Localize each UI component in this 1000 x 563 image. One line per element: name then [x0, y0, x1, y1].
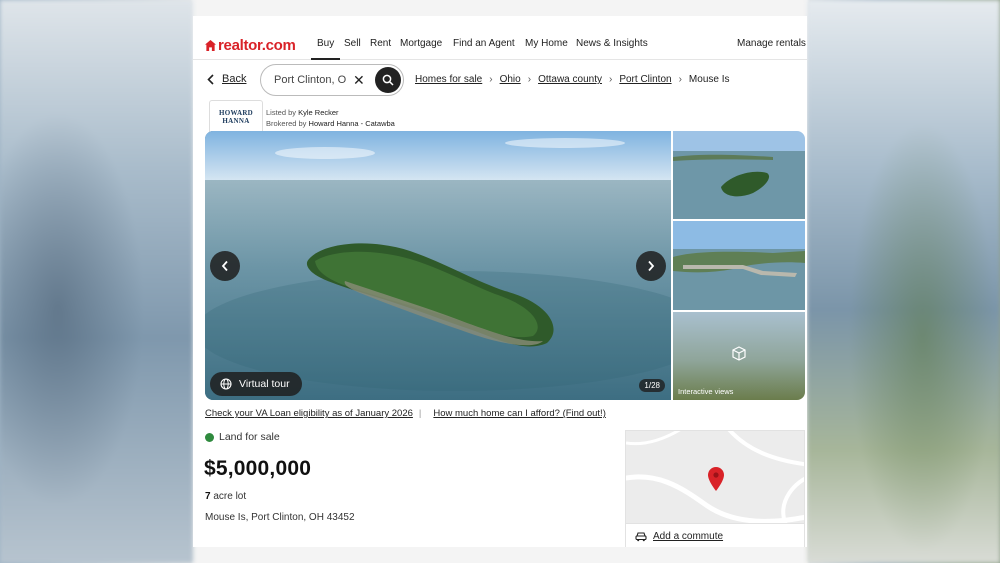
shoreline-thumbnail: [673, 221, 805, 310]
broker-logo: HOWARD HANNA: [209, 100, 263, 134]
nav-mortgage[interactable]: Mortgage: [400, 38, 442, 49]
car-icon: [635, 532, 647, 542]
breadcrumb-homes-for-sale[interactable]: Homes for sale: [415, 74, 482, 85]
manage-rentals-link[interactable]: Manage rentals: [737, 38, 806, 49]
add-commute-button[interactable]: Add a commute: [625, 524, 805, 547]
va-loan-link[interactable]: Check your VA Loan eligibility as of Jan…: [205, 408, 413, 419]
breadcrumb-current: Mouse Is: [688, 74, 730, 85]
clear-search-icon[interactable]: ✕: [353, 73, 365, 87]
lot-size-value: 7: [205, 491, 211, 502]
interactive-views-label: Interactive views: [678, 387, 734, 396]
previous-photo-button[interactable]: [210, 251, 240, 281]
thumbnail-photo-1[interactable]: [673, 131, 805, 219]
main-photo[interactable]: Virtual tour 1/28: [205, 131, 671, 400]
back-label: Back: [222, 73, 247, 85]
background-blur-left: [0, 0, 193, 563]
chevron-right-icon: ›: [608, 74, 613, 85]
brokered-by-prefix: Brokered by: [266, 119, 307, 128]
virtual-tour-label: Virtual tour: [239, 378, 290, 390]
listing-address: Mouse Is, Port Clinton, OH 43452: [205, 512, 355, 523]
back-button[interactable]: Back: [207, 73, 246, 85]
listing-status: Land for sale: [205, 431, 280, 443]
interactive-views-tile[interactable]: Interactive views: [673, 312, 805, 400]
breadcrumb-port-clinton[interactable]: Port Clinton: [619, 74, 671, 85]
virtual-tour-button[interactable]: Virtual tour: [210, 372, 302, 396]
photo-counter: 1/28: [639, 379, 665, 392]
chevron-left-icon: [207, 73, 214, 85]
nav-rent[interactable]: Rent: [370, 38, 391, 49]
broker-logo-line2: HANNA: [222, 117, 250, 125]
listed-by-prefix: Listed by: [266, 108, 297, 117]
nav-buy[interactable]: Buy: [310, 38, 341, 60]
broker-logo-line1: HOWARD: [218, 109, 254, 117]
house-logo-icon: [205, 40, 216, 51]
nav-sell[interactable]: Sell: [344, 38, 361, 49]
promo-links: Check your VA Loan eligibility as of Jan…: [205, 408, 606, 419]
listing-agent: Kyle Recker: [298, 108, 339, 117]
link-divider: |: [418, 408, 422, 419]
chevron-right-icon: ›: [489, 74, 493, 85]
lot-size-unit: acre lot: [213, 491, 247, 502]
listing-page: realtor.com Buy Sell Rent Mortgage Find …: [193, 16, 807, 547]
next-photo-button[interactable]: [636, 251, 666, 281]
brokerage: Howard Hanna - Catawba: [308, 119, 395, 128]
nav-my-home[interactable]: My Home: [525, 38, 568, 49]
search-button[interactable]: [375, 67, 401, 93]
chevron-left-icon: [221, 260, 228, 272]
broker-info: Listed by Kyle Recker Brokered by Howard…: [266, 107, 395, 129]
brand-name: realtor.com: [218, 37, 296, 54]
breadcrumb-ohio[interactable]: Ohio: [500, 74, 521, 85]
map-pin-icon[interactable]: [708, 467, 724, 491]
island-thumbnail-1: [673, 131, 805, 219]
chevron-right-icon: ›: [678, 74, 682, 85]
chevron-right-icon: [648, 260, 655, 272]
status-label: Land for sale: [219, 431, 280, 443]
island-aerial-photo: [205, 131, 671, 400]
chevron-right-icon: ›: [527, 74, 532, 85]
affordability-link[interactable]: How much home can I afford? (Find out!): [433, 408, 606, 419]
top-navigation: realtor.com Buy Sell Rent Mortgage Find …: [193, 16, 807, 60]
lot-size: 7 acre lot: [205, 491, 246, 502]
globe-icon: [220, 378, 232, 390]
realtor-logo[interactable]: realtor.com: [205, 37, 296, 54]
search-input[interactable]: Port Clinton, O: [274, 74, 350, 86]
nav-find-an-agent[interactable]: Find an Agent: [453, 38, 515, 49]
breadcrumb-ottawa-county[interactable]: Ottawa county: [538, 74, 602, 85]
nav-news-insights[interactable]: News & Insights: [576, 38, 648, 49]
add-commute-label: Add a commute: [653, 531, 724, 542]
location-map[interactable]: [625, 430, 805, 524]
search-icon: [382, 74, 394, 86]
thumbnail-photo-2[interactable]: [673, 221, 805, 310]
listing-price: $5,000,000: [204, 457, 312, 480]
background-blur-right: [807, 0, 1000, 563]
search-bar: Port Clinton, O ✕: [260, 64, 404, 96]
status-dot-icon: [205, 432, 214, 442]
breadcrumb: Homes for sale › Ohio › Ottawa county › …: [415, 74, 730, 85]
